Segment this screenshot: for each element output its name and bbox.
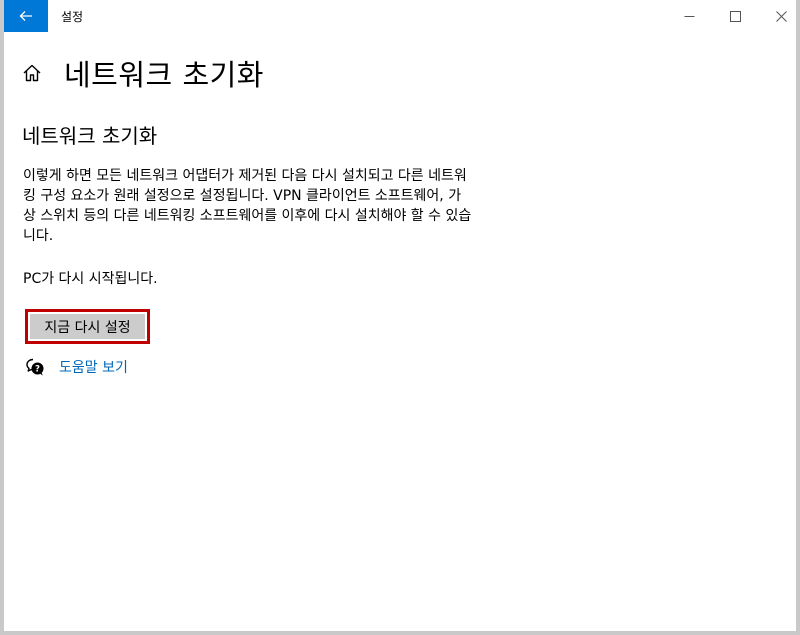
close-button[interactable] bbox=[758, 0, 800, 32]
title-bar: 설정 bbox=[4, 0, 796, 32]
window-title: 설정 bbox=[61, 10, 84, 24]
settings-window: 설정 네트워크 초기화 네트워크 초기화 이렇게 하면 모든 네트워크 어댑터가… bbox=[0, 0, 800, 635]
home-icon[interactable] bbox=[22, 62, 44, 84]
help-link[interactable]: 도움말 보기 bbox=[59, 357, 128, 377]
back-button[interactable] bbox=[4, 0, 48, 32]
page-title: 네트워크 초기화 bbox=[64, 58, 264, 92]
minimize-icon bbox=[684, 7, 695, 26]
maximize-icon bbox=[729, 7, 741, 26]
maximize-button[interactable] bbox=[712, 0, 758, 32]
chat-help-icon: ? bbox=[25, 357, 45, 377]
minimize-button[interactable] bbox=[666, 0, 712, 32]
help-row: ? 도움말 보기 bbox=[25, 357, 128, 377]
description-text: 이렇게 하면 모든 네트워크 어댑터가 제거된 다음 다시 설치되고 다른 네트… bbox=[23, 168, 472, 244]
reset-button-highlight: 지금 다시 설정 bbox=[25, 309, 150, 344]
section-title: 네트워크 초기화 bbox=[22, 124, 158, 148]
arrow-left-icon bbox=[19, 10, 33, 22]
reset-now-button[interactable]: 지금 다시 설정 bbox=[30, 314, 145, 339]
svg-text:?: ? bbox=[35, 365, 40, 375]
page-header: 네트워크 초기화 bbox=[22, 52, 264, 94]
restart-note: PC가 다시 시작됩니다. bbox=[23, 271, 158, 287]
close-icon bbox=[775, 7, 787, 26]
